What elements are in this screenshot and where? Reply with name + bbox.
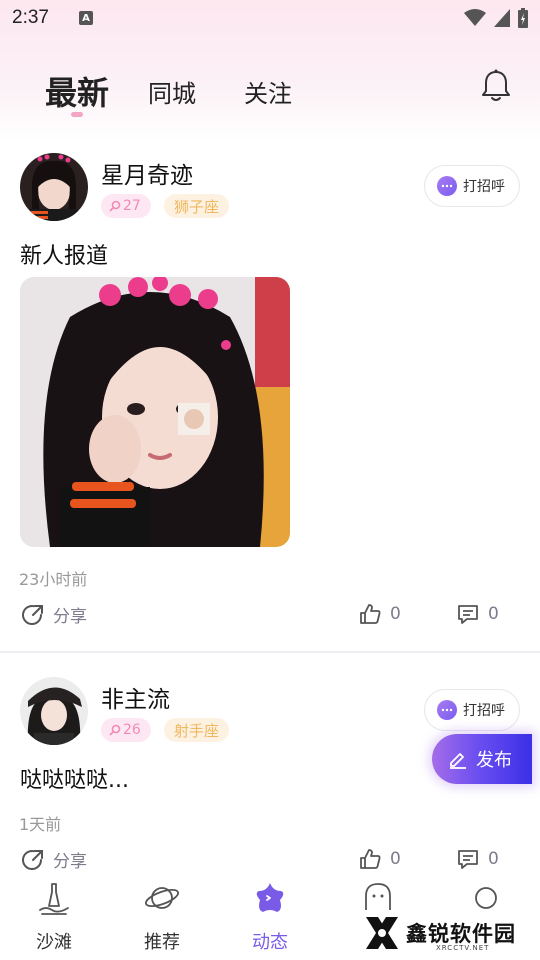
publish-label: 发布: [476, 750, 512, 771]
level-icon: [109, 724, 121, 736]
share-icon: [22, 849, 43, 870]
bell-icon[interactable]: [480, 68, 512, 104]
comment-count: 0: [488, 849, 499, 869]
nav-label-recommend: 推荐: [144, 932, 180, 953]
level-value: 27: [123, 198, 141, 214]
tab-following[interactable]: 关注: [244, 74, 292, 109]
greet-label: 打招呼: [463, 179, 505, 195]
watermark-subtext: XRCCTV.NET: [436, 944, 490, 952]
greet-button[interactable]: 打招呼: [424, 689, 520, 731]
avatar[interactable]: [20, 677, 88, 745]
comment-count: 0: [488, 604, 499, 624]
zodiac-badge: 狮子座: [164, 194, 230, 218]
zodiac-badge: 射手座: [164, 718, 230, 742]
nav-label-beach: 沙滩: [36, 932, 72, 953]
post-text: 新人报道: [20, 244, 109, 269]
signal-icon: [494, 9, 510, 27]
chat-bubble-icon: [437, 176, 457, 196]
keyboard-indicator-icon: A: [78, 11, 93, 25]
nav-item-moments[interactable]: 动态: [216, 872, 324, 960]
share-button[interactable]: 分享: [21, 602, 87, 627]
nav-item-recommend[interactable]: 推荐: [108, 872, 216, 960]
comment-button[interactable]: 0: [456, 847, 499, 871]
post-time: 23小时前: [19, 570, 88, 589]
post-divider: [0, 651, 540, 653]
thumbs-up-icon: [360, 604, 381, 624]
comment-button[interactable]: 0: [456, 602, 499, 626]
comment-icon: [458, 605, 478, 624]
post-time: 1天前: [19, 815, 62, 834]
nav-label-moments: 动态: [252, 932, 288, 953]
wifi-icon: [464, 9, 486, 26]
post-image[interactable]: [20, 277, 290, 547]
comment-icon: [458, 850, 478, 869]
like-count: 0: [390, 849, 401, 869]
planet-icon: [144, 887, 180, 909]
level-value: 26: [123, 722, 141, 738]
chat-bubble-icon: [437, 700, 457, 720]
post-username[interactable]: 非主流: [101, 680, 170, 714]
beach-icon: [39, 883, 69, 915]
watermark: 鑫锐软件园 XRCCTV.NET: [362, 910, 522, 956]
watermark-logo-icon: [366, 917, 398, 949]
post-text: 哒哒哒哒...: [20, 768, 129, 793]
share-button[interactable]: 分享: [21, 847, 87, 872]
level-icon: [109, 200, 121, 212]
publish-button[interactable]: 发布: [432, 734, 532, 784]
like-count: 0: [390, 604, 401, 624]
like-button[interactable]: 0: [358, 602, 401, 626]
feed-tabs: 最新 同城 关注: [0, 60, 540, 130]
share-label: 分享: [53, 607, 87, 627]
greet-label: 打招呼: [463, 703, 505, 719]
tab-latest[interactable]: 最新: [45, 68, 109, 114]
post-username[interactable]: 星月奇迹: [101, 156, 193, 190]
status-bar: 2:37 A: [0, 0, 540, 36]
like-button[interactable]: 0: [358, 847, 401, 871]
avatar[interactable]: [20, 153, 88, 221]
status-icons: [464, 8, 528, 28]
thumbs-up-icon: [360, 849, 381, 869]
greet-button[interactable]: 打招呼: [424, 165, 520, 207]
status-time: 2:37: [12, 7, 49, 28]
pen-icon: [450, 753, 466, 769]
star-icon: [256, 883, 284, 912]
nav-item-beach[interactable]: 沙滩: [0, 872, 108, 960]
share-label: 分享: [53, 852, 87, 872]
share-icon: [22, 604, 43, 625]
tab-same-city[interactable]: 同城: [148, 74, 196, 109]
battery-icon: [518, 8, 528, 28]
level-badge: 27: [101, 194, 151, 218]
level-badge: 26: [101, 718, 151, 742]
active-tab-indicator: [71, 112, 83, 117]
